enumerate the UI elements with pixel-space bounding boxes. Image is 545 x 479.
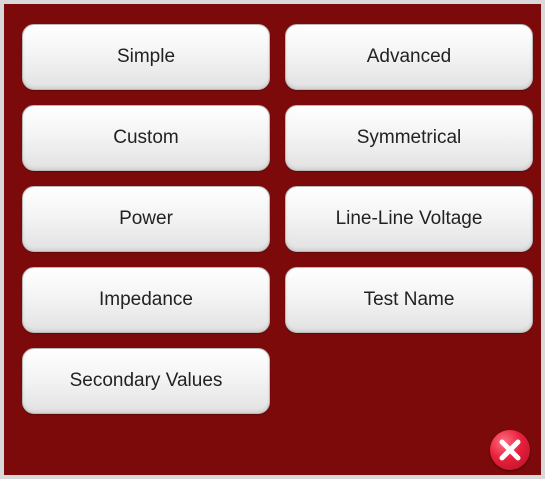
power-button[interactable]: Power <box>22 186 270 252</box>
line-line-voltage-button[interactable]: Line-Line Voltage <box>285 186 533 252</box>
test-name-button[interactable]: Test Name <box>285 267 533 333</box>
symmetrical-button[interactable]: Symmetrical <box>285 105 533 171</box>
secondary-values-button[interactable]: Secondary Values <box>22 348 270 414</box>
simple-button[interactable]: Simple <box>22 24 270 90</box>
custom-button[interactable]: Custom <box>22 105 270 171</box>
options-panel: Simple Advanced Custom Symmetrical Power… <box>0 0 545 479</box>
advanced-button[interactable]: Advanced <box>285 24 533 90</box>
close-button[interactable] <box>490 430 530 470</box>
close-icon <box>499 439 521 461</box>
impedance-button[interactable]: Impedance <box>22 267 270 333</box>
